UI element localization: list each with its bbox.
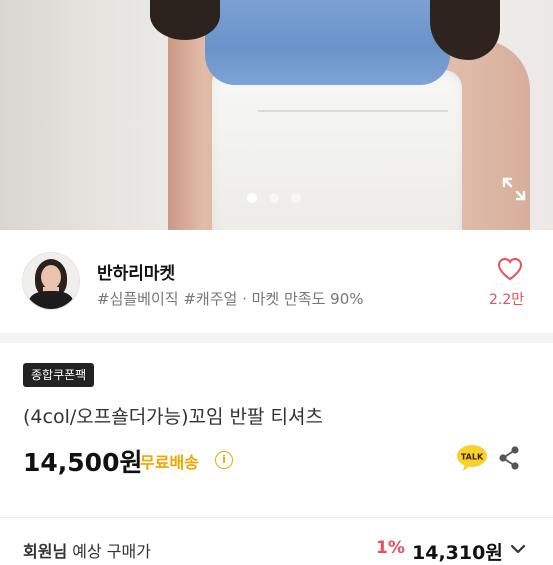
section-divider <box>0 333 553 343</box>
member-label-bold: 회원님 <box>23 542 68 561</box>
info-icon[interactable]: i <box>215 451 233 469</box>
avatar-face <box>41 265 61 289</box>
avatar-body <box>29 291 73 309</box>
image-shirt <box>205 0 450 85</box>
product-price: 14,500원 <box>23 448 143 477</box>
free-shipping-label: 무료배송 <box>140 453 199 472</box>
carousel-dot-active[interactable] <box>247 193 257 203</box>
expand-icon[interactable] <box>501 176 527 202</box>
member-discount: 1% <box>376 538 405 558</box>
shop-tags: #심플베이직 #캐주얼 · 마켓 만족도 90% <box>97 290 364 308</box>
member-label-rest: 예상 구매가 <box>67 542 151 561</box>
row-divider <box>0 517 553 518</box>
coupon-badge: 종합쿠폰팩 <box>23 363 95 387</box>
member-price-label: 회원님 예상 구매가 <box>23 538 151 562</box>
share-icon[interactable] <box>497 445 521 471</box>
carousel-indicator <box>247 193 301 203</box>
product-title: (4col/오프숄더가능)꼬임 반팔 티셔츠 <box>23 406 323 428</box>
image-skirt <box>212 70 462 230</box>
like-count: 2.2만 <box>489 292 525 308</box>
product-image-carousel[interactable] <box>0 0 553 230</box>
image-skirt-seam <box>258 110 448 112</box>
shop-name[interactable]: 반하리마켓 <box>97 259 175 284</box>
carousel-dot[interactable] <box>269 193 279 203</box>
kakao-talk-icon[interactable]: TALK <box>456 444 488 472</box>
shop-avatar[interactable] <box>22 252 80 310</box>
talk-label: TALK <box>461 453 484 462</box>
carousel-dot[interactable] <box>291 193 301 203</box>
member-price: 14,310원 <box>412 542 503 564</box>
heart-icon[interactable] <box>497 257 523 281</box>
shop-info[interactable]: 반하리마켓 #심플베이직 #캐주얼 · 마켓 만족도 90% 2.2만 <box>0 230 553 333</box>
